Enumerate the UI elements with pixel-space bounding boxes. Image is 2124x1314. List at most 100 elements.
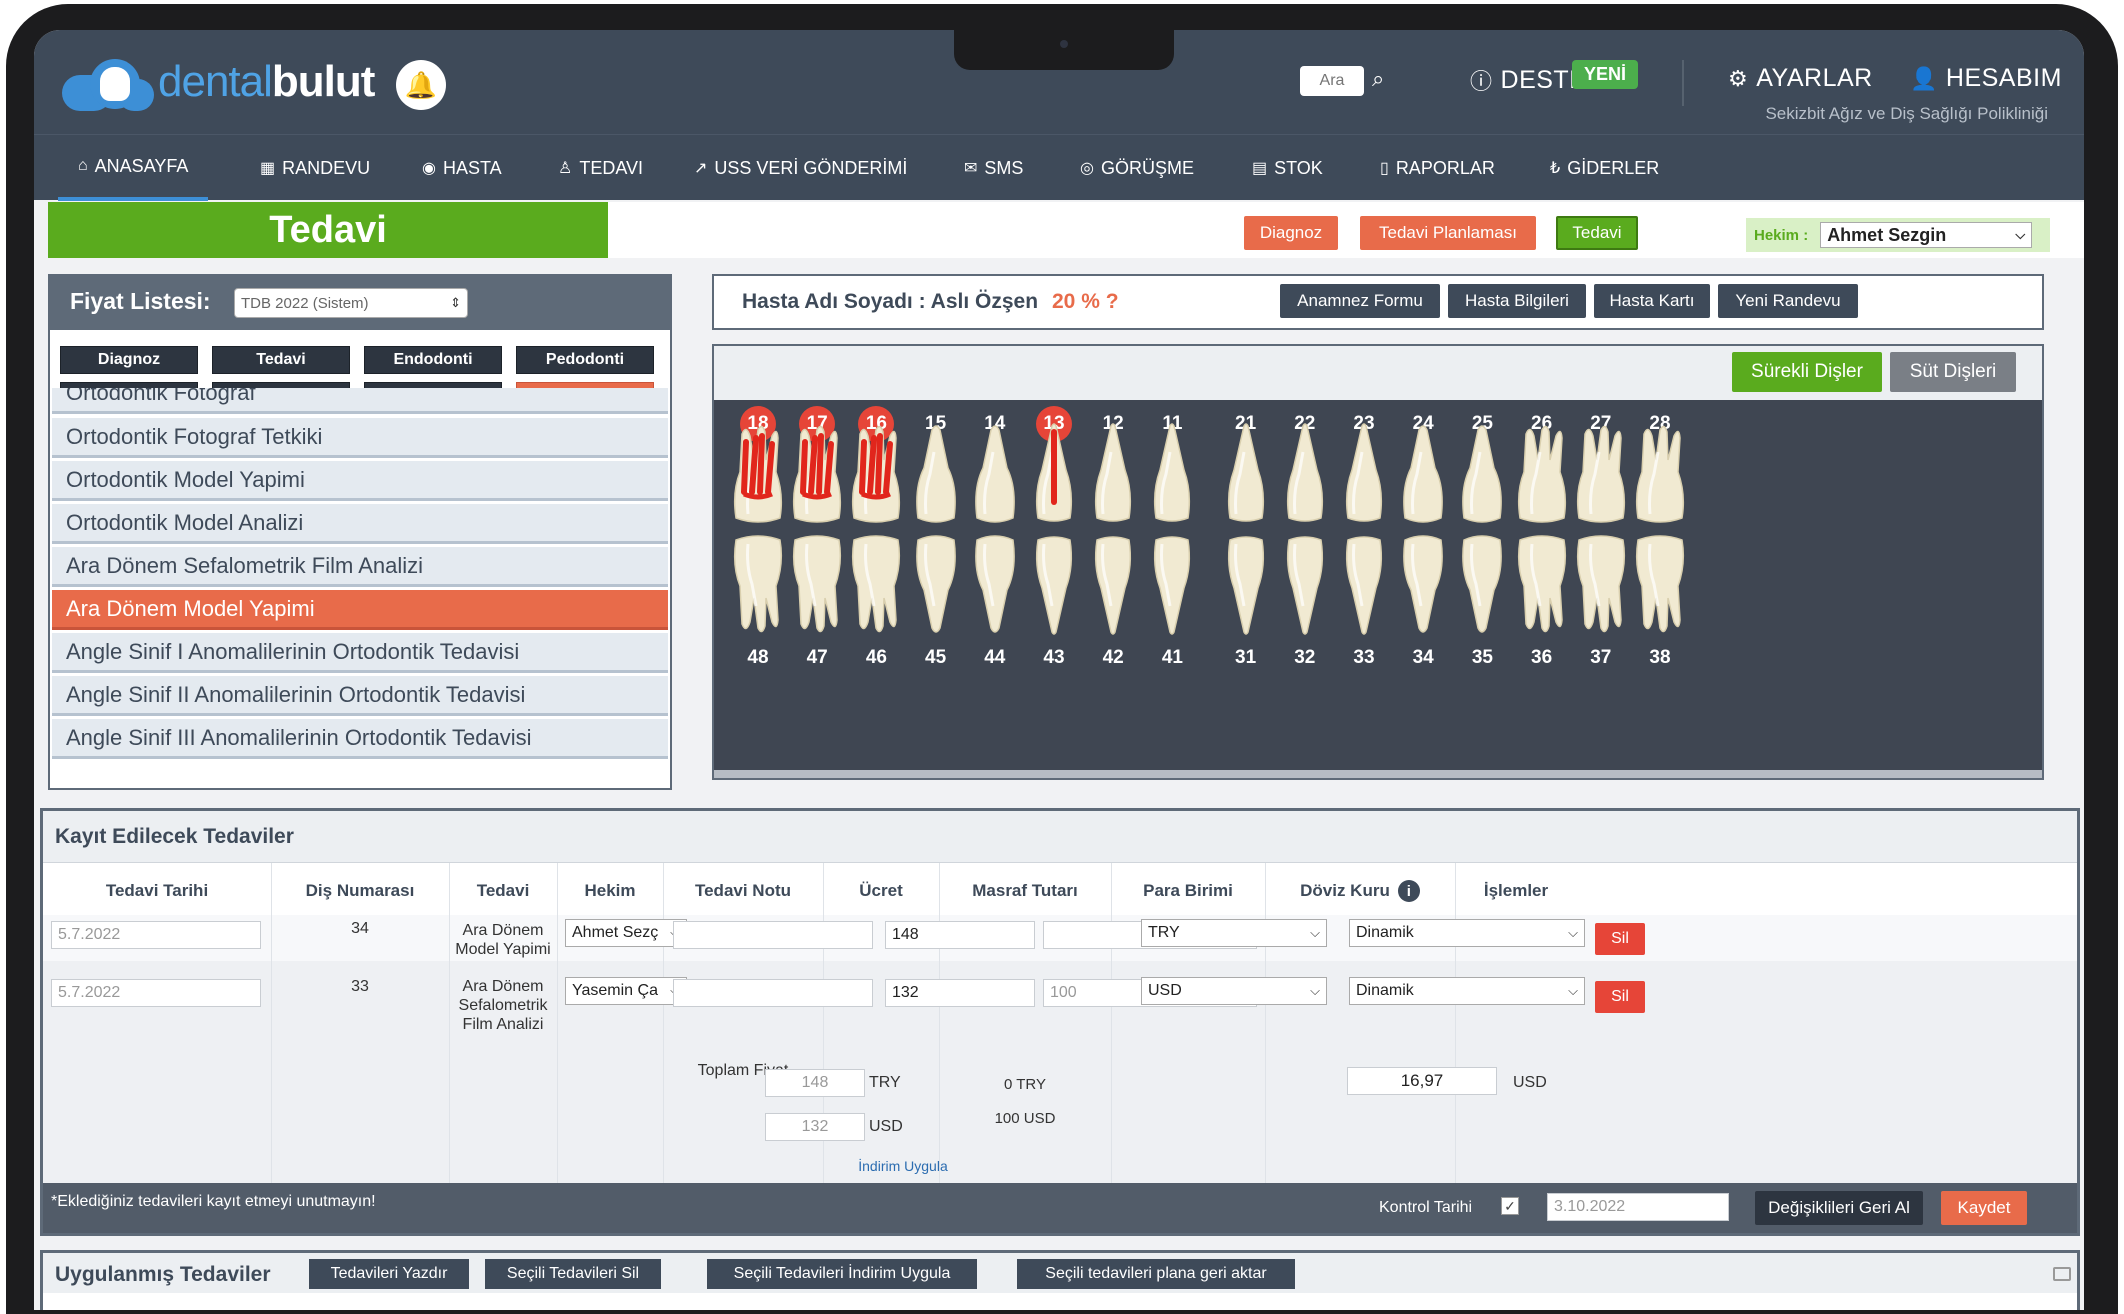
tooth-13-icon[interactable] bbox=[1026, 422, 1082, 526]
tooth-41-icon[interactable] bbox=[1144, 532, 1200, 636]
tooth-number-31[interactable]: 31 bbox=[1228, 640, 1264, 676]
collapse-icon[interactable] bbox=[2053, 1267, 2071, 1281]
settings-link[interactable]: ⚙ AYARLAR bbox=[1728, 64, 1873, 93]
treatment-list[interactable]: Ortodontik Fotoğraf Ortodontik Fotograf … bbox=[52, 388, 668, 788]
row2-date-input[interactable]: 5.7.2022 bbox=[51, 979, 261, 1007]
anamnez-button[interactable]: Anamnez Formu bbox=[1280, 284, 1440, 318]
tooth-17-icon[interactable] bbox=[789, 422, 845, 526]
search-icon[interactable]: ⌕ bbox=[1372, 66, 1384, 92]
tooth-14-icon[interactable] bbox=[967, 422, 1023, 526]
tooth-28-icon[interactable] bbox=[1632, 422, 1688, 526]
tooth-25-icon[interactable] bbox=[1454, 422, 1510, 526]
tooth-number-41[interactable]: 41 bbox=[1154, 640, 1190, 676]
tooth-number-33[interactable]: 33 bbox=[1346, 640, 1382, 676]
tooth-24-icon[interactable] bbox=[1395, 422, 1451, 526]
tooth-36-icon[interactable] bbox=[1514, 532, 1570, 636]
tooth-number-45[interactable]: 45 bbox=[918, 640, 954, 676]
treatment-item-selected[interactable]: Ara Dönem Model Yapimi bbox=[52, 590, 668, 630]
treatment-item[interactable]: Ara Dönem Sefalometrik Film Analizi bbox=[52, 547, 668, 587]
tooth-number-35[interactable]: 35 bbox=[1464, 640, 1500, 676]
print-treatments-button[interactable]: Tedavileri Yazdır bbox=[309, 1259, 469, 1289]
tooth-number-37[interactable]: 37 bbox=[1583, 640, 1619, 676]
info-icon[interactable]: i bbox=[1397, 880, 1420, 902]
treatment-item[interactable]: Ortodontik Fotoğraf bbox=[52, 388, 668, 414]
tooth-44-icon[interactable] bbox=[967, 532, 1023, 636]
milk-teeth-button[interactable]: Süt Dişleri bbox=[1890, 352, 2016, 392]
tooth-18-icon[interactable] bbox=[730, 422, 786, 526]
row2-fee-input[interactable]: 132 bbox=[885, 979, 1035, 1007]
app-logo[interactable]: dentalbulut bbox=[62, 52, 375, 112]
tooth-48-icon[interactable] bbox=[730, 532, 786, 636]
control-date-input[interactable]: 3.10.2022 bbox=[1547, 1193, 1729, 1221]
tooth-47-icon[interactable] bbox=[789, 532, 845, 636]
row1-fx-select[interactable]: Dinamik ⌵ bbox=[1349, 919, 1585, 947]
plan-mode-button[interactable]: Tedavi Planlaması bbox=[1360, 216, 1536, 250]
category-pedodonti[interactable]: Pedodonti bbox=[516, 346, 654, 374]
control-date-checkbox[interactable]: ✓ bbox=[1501, 1197, 1519, 1215]
nav-stok[interactable]: ▤ STOK bbox=[1252, 135, 1323, 201]
tooth-number-48[interactable]: 48 bbox=[740, 640, 776, 676]
tooth-15-icon[interactable] bbox=[908, 422, 964, 526]
nav-gorusme[interactable]: ◎ GÖRÜŞME bbox=[1080, 135, 1194, 201]
tooth-23-icon[interactable] bbox=[1336, 422, 1392, 526]
row2-doctor-select[interactable]: Yasemin Ça⌵ bbox=[565, 977, 687, 1005]
patient-percent[interactable]: 20 % ? bbox=[1052, 290, 1119, 314]
nav-raporlar[interactable]: ▯ RAPORLAR bbox=[1380, 135, 1495, 201]
tooth-number-42[interactable]: 42 bbox=[1095, 640, 1131, 676]
tooth-number-43[interactable]: 43 bbox=[1036, 640, 1072, 676]
tooth-12-icon[interactable] bbox=[1085, 422, 1141, 526]
treatment-item[interactable]: Angle Sinif II Anomalilerinin Ortodontik… bbox=[52, 676, 668, 716]
treatment-item[interactable]: Ortodontik Fotograf Tetkiki bbox=[52, 418, 668, 458]
tooth-38-icon[interactable] bbox=[1632, 532, 1688, 636]
discount-link[interactable]: İndirim Uygula bbox=[823, 1157, 983, 1176]
nav-hasta[interactable]: ◉ HASTA bbox=[422, 135, 502, 201]
category-tedavi[interactable]: Tedavi bbox=[212, 346, 350, 374]
tooth-16-icon[interactable] bbox=[848, 422, 904, 526]
tooth-45-icon[interactable] bbox=[908, 532, 964, 636]
category-endodonti[interactable]: Endodonti bbox=[364, 346, 502, 374]
nav-giderler[interactable]: ₺ GİDERLER bbox=[1550, 135, 1659, 201]
patient-info-button[interactable]: Hasta Bilgileri bbox=[1448, 284, 1586, 318]
tooth-31-icon[interactable] bbox=[1218, 532, 1274, 636]
tooth-11-icon[interactable] bbox=[1144, 422, 1200, 526]
nav-anasayfa[interactable]: ⌂ ANASAYFA bbox=[58, 135, 209, 201]
new-appointment-button[interactable]: Yeni Randevu bbox=[1718, 284, 1858, 318]
tooth-35-icon[interactable] bbox=[1454, 532, 1510, 636]
tooth-number-36[interactable]: 36 bbox=[1524, 640, 1560, 676]
tooth-21-icon[interactable] bbox=[1218, 422, 1274, 526]
price-list-select[interactable]: TDB 2022 (Sistem) ⇕ bbox=[234, 288, 468, 318]
search-input[interactable] bbox=[1300, 66, 1364, 96]
revert-button[interactable]: Değişiklileri Geri Al bbox=[1755, 1191, 1923, 1225]
tooth-number-44[interactable]: 44 bbox=[977, 640, 1013, 676]
account-link[interactable]: 👤 HESABIM bbox=[1910, 64, 2062, 93]
row1-doctor-select[interactable]: Ahmet Sezç⌵ bbox=[565, 919, 687, 947]
permanent-teeth-button[interactable]: Sürekli Dişler bbox=[1732, 352, 1882, 392]
row2-fx-select[interactable]: Dinamik ⌵ bbox=[1349, 977, 1585, 1005]
tooth-43-icon[interactable] bbox=[1026, 532, 1082, 636]
tooth-33-icon[interactable] bbox=[1336, 532, 1392, 636]
tooth-22-icon[interactable] bbox=[1277, 422, 1333, 526]
tooth-46-icon[interactable] bbox=[848, 532, 904, 636]
category-diagnoz[interactable]: Diagnoz bbox=[60, 346, 198, 374]
nav-uss[interactable]: ↗ USS VERİ GÖNDERİMİ bbox=[694, 135, 907, 201]
tooth-42-icon[interactable] bbox=[1085, 532, 1141, 636]
tooth-number-38[interactable]: 38 bbox=[1642, 640, 1678, 676]
row2-currency-select[interactable]: USD ⌵ bbox=[1141, 977, 1327, 1005]
treatment-item[interactable]: Angle Sinif III Anomalilerinin Ortodonti… bbox=[52, 719, 668, 759]
tooth-26-icon[interactable] bbox=[1514, 422, 1570, 526]
tedavi-mode-button[interactable]: Tedavi bbox=[1556, 216, 1638, 250]
tooth-37-icon[interactable] bbox=[1573, 532, 1629, 636]
nav-randevu[interactable]: ▦ RANDEVU bbox=[260, 135, 370, 201]
tooth-32-icon[interactable] bbox=[1277, 532, 1333, 636]
tooth-number-32[interactable]: 32 bbox=[1287, 640, 1323, 676]
row1-delete-button[interactable]: Sil bbox=[1595, 923, 1645, 955]
delete-selected-button[interactable]: Seçili Tedavileri Sil bbox=[485, 1259, 661, 1289]
tooth-number-47[interactable]: 47 bbox=[799, 640, 835, 676]
row1-note-input[interactable] bbox=[673, 921, 873, 949]
row1-currency-select[interactable]: TRY ⌵ bbox=[1141, 919, 1327, 947]
discount-selected-button[interactable]: Seçili Tedavileri İndirim Uygula bbox=[707, 1259, 977, 1289]
fx-rate-value[interactable]: 16,97 bbox=[1347, 1067, 1497, 1095]
tooth-27-icon[interactable] bbox=[1573, 422, 1629, 526]
patient-card-button[interactable]: Hasta Kartı bbox=[1594, 284, 1710, 318]
tooth-34-icon[interactable] bbox=[1395, 532, 1451, 636]
